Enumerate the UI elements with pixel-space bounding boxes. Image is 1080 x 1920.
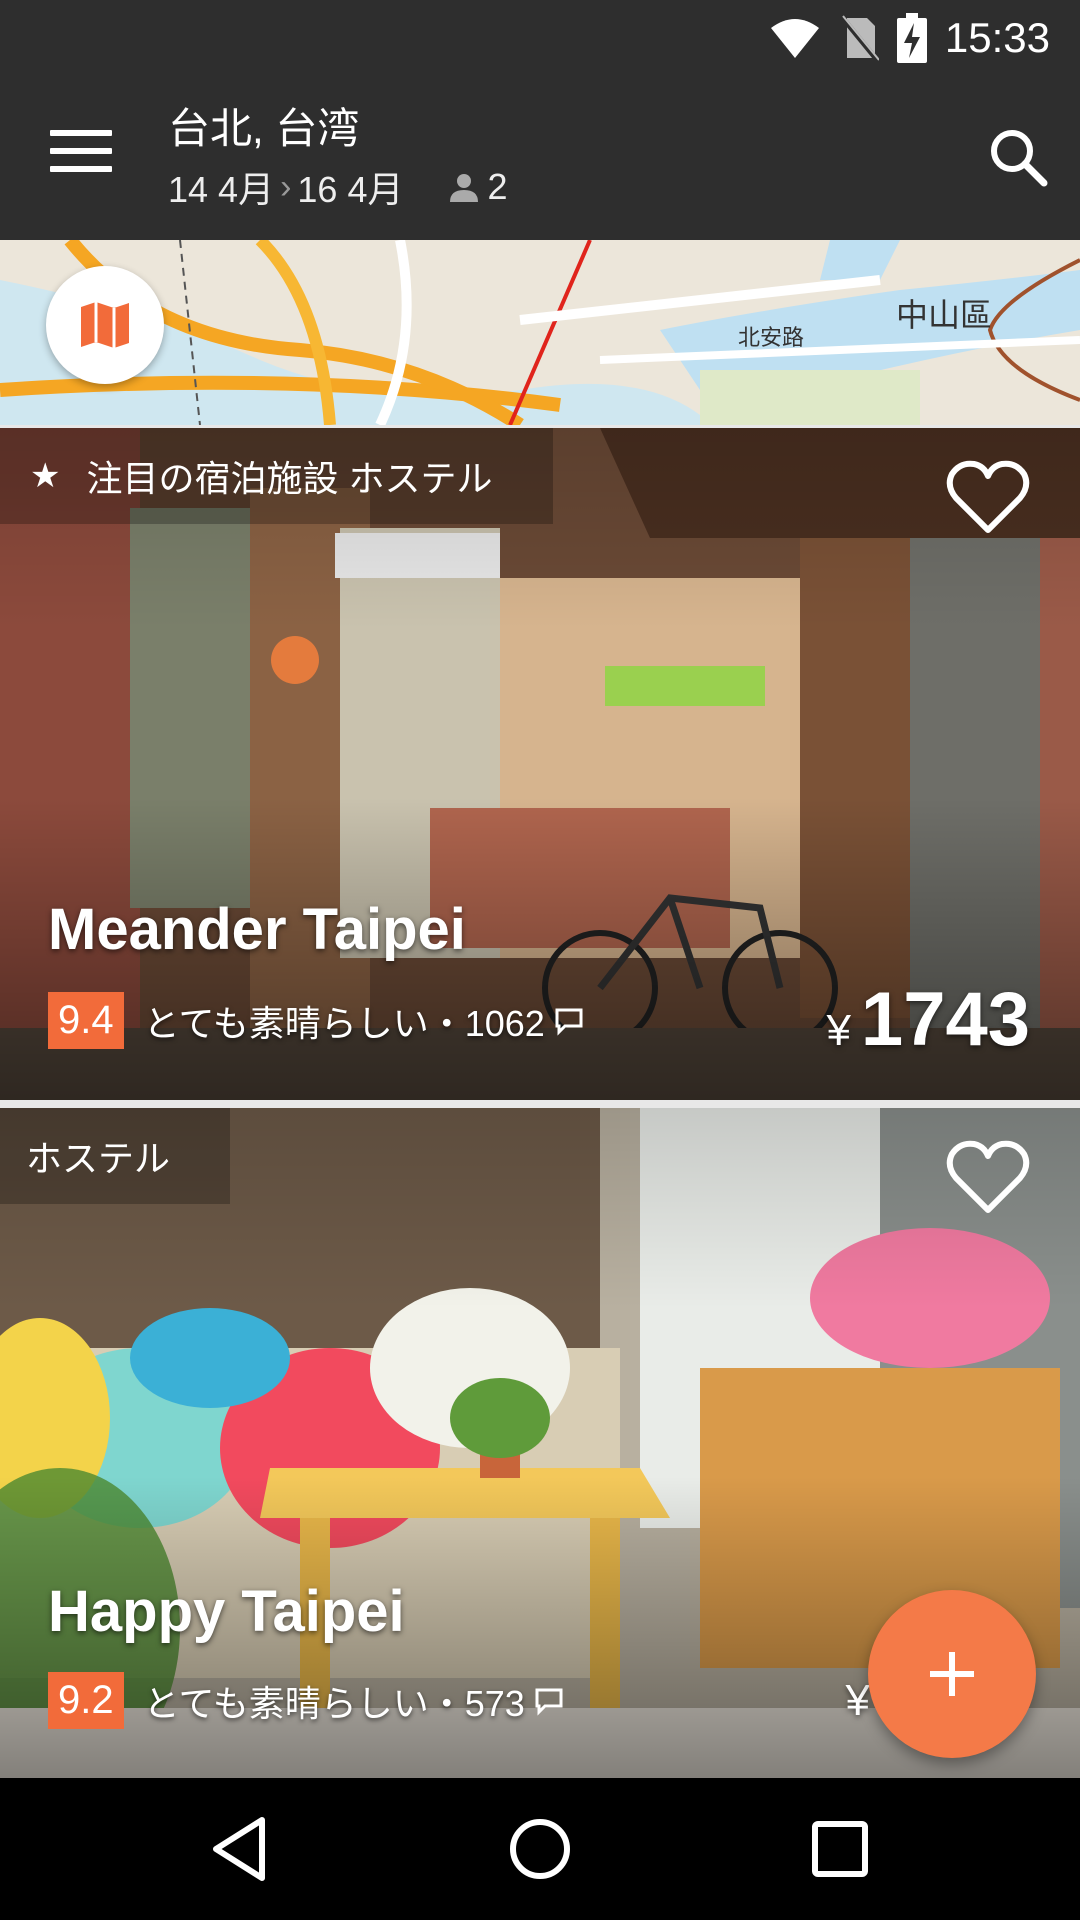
listing-tag: ホステル	[0, 1108, 231, 1204]
heart-icon[interactable]	[946, 1140, 1030, 1216]
chevron-right-icon: ›	[280, 167, 292, 206]
recents-icon[interactable]	[805, 1814, 875, 1884]
rating-text: とても素晴らしい・1062	[143, 1002, 545, 1044]
currency-symbol: ¥	[826, 1006, 851, 1055]
price-amount: 1743	[860, 977, 1030, 1062]
check-in-date: 14 4月	[168, 169, 275, 210]
guests-number: 2	[487, 166, 508, 207]
wifi-icon	[770, 18, 819, 58]
map-label-district: 中山區	[896, 297, 993, 333]
map-label-road: 北安路	[738, 325, 805, 350]
tag-label: 注目の宿泊施設 ホステル	[86, 458, 493, 499]
person-icon	[450, 174, 479, 202]
back-icon[interactable]	[206, 1814, 276, 1884]
listing-card[interactable]: ★ 注目の宿泊施設 ホステル Meander Taipei 9.4 とても素晴ら…	[0, 428, 1080, 1100]
listing-tag: ★ 注目の宿泊施設 ホステル	[0, 428, 553, 524]
battery-charging-icon	[896, 12, 927, 63]
add-button[interactable]	[868, 1590, 1036, 1758]
search-summary[interactable]: 台北, 台湾 14 4月 › 16 4月 2	[168, 105, 508, 213]
currency-symbol: ¥	[845, 1676, 870, 1725]
city-label: 台北, 台湾	[168, 105, 360, 152]
score-badge: 9.4	[48, 992, 124, 1049]
price: ¥ 1743	[826, 976, 1030, 1063]
home-icon[interactable]	[505, 1814, 575, 1884]
comment-icon	[535, 1688, 563, 1716]
status-icons: 15:33	[769, 10, 1050, 65]
system-nav-bar	[0, 1778, 1080, 1920]
app-bar: 台北, 台湾 14 4月 › 16 4月 2	[0, 75, 1080, 240]
map-preview[interactable]: 中山區 北安路	[0, 240, 1080, 425]
search-icon[interactable]	[986, 125, 1050, 189]
listing-name: Meander Taipei	[48, 897, 466, 962]
guests-count: 2	[449, 166, 508, 208]
star-icon: ★	[30, 457, 61, 495]
tag-label: ホステル	[26, 1138, 171, 1179]
comment-icon	[555, 1008, 583, 1036]
rating-text: とても素晴らしい・573	[143, 1682, 525, 1724]
score-badge: 9.2	[48, 1672, 124, 1729]
listing-name: Happy Taipei	[48, 1579, 405, 1644]
menu-button[interactable]	[50, 130, 112, 180]
check-out-date: 16 4月	[297, 169, 404, 210]
status-bar: 15:33	[0, 0, 1080, 75]
heart-icon[interactable]	[946, 460, 1030, 536]
map-icon	[81, 302, 129, 348]
rating-row: 9.4 とても素晴らしい・1062	[48, 992, 585, 1049]
plus-icon	[930, 1652, 974, 1696]
clock: 15:33	[944, 13, 1050, 61]
date-range: 14 4月 › 16 4月 2	[168, 161, 508, 213]
rating-row: 9.2 とても素晴らしい・573	[48, 1672, 565, 1729]
no-sim-icon	[838, 13, 879, 62]
map-button[interactable]	[46, 266, 164, 384]
